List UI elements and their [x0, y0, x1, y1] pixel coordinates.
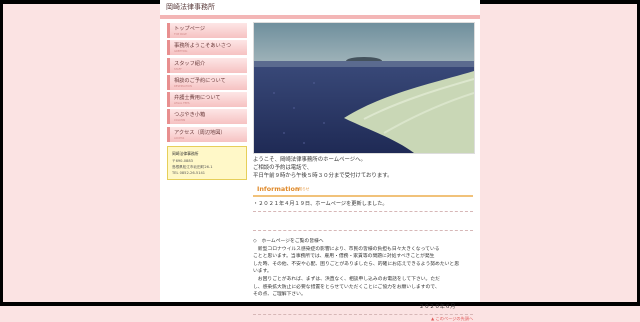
- divider: [253, 230, 473, 231]
- nav-item-greeting[interactable]: 事務所ようこそあいさつ GREETING: [167, 40, 247, 56]
- nav-item-column[interactable]: つぶやき小箱 COLUMN: [167, 109, 247, 125]
- notice-text: ◇ ホームページをご覧の皆様へ 新型コロナウイルス感染症の影響により、市民の皆様…: [253, 238, 473, 299]
- nav-sublabel: RESERVATION: [174, 84, 192, 88]
- notice-line: お困りごとがあれば、まずは、浜直なく、相談申し込みのお電話をして下さい。ただ: [253, 276, 440, 282]
- nav-item-staff[interactable]: スタッフ紹介 STAFF: [167, 57, 247, 73]
- intro-line: ようこそ、岡崎法律事務所のホームページへ。: [253, 157, 366, 163]
- nav-label: 事務所ようこそあいさつ: [174, 43, 232, 50]
- intro-line: ご相談の予約は電話で、: [253, 165, 313, 171]
- nav-sublabel: GREETING: [174, 50, 188, 54]
- notice-date: ２０２０年６月: [419, 304, 456, 310]
- notice-line: います。: [253, 269, 272, 275]
- nav-sublabel: COLUMN: [174, 119, 186, 123]
- intro-line: 平日午前９時から午後５時３０分まで受付けております。: [253, 173, 393, 179]
- notice-line: した時、その他、不安や心配、困りごとがありましたら、的確にお応えできるよう努めた…: [253, 261, 460, 267]
- site-title[interactable]: 岡崎法律事務所: [166, 2, 215, 12]
- sidebar-nav: トップページ TOP PAGE 事務所ようこそあいさつ GREETING スタッ…: [167, 23, 247, 144]
- news-list: ・２０２１年４月１９日、ホームページを更新しました。: [253, 201, 473, 208]
- nav-sublabel: ACCESS: [174, 136, 185, 140]
- nav-item-access[interactable]: アクセス（周辺地図） ACCESS: [167, 126, 247, 142]
- intro-text: ようこそ、岡崎法律事務所のホームページへ。 ご相談の予約は電話で、 平日午前９時…: [253, 156, 473, 180]
- nav-label: つぶやき小箱: [174, 112, 206, 119]
- information-title: Information: [257, 185, 300, 193]
- divider: [253, 314, 473, 315]
- information-heading: Information お知らせ: [253, 184, 473, 197]
- divider: [253, 211, 473, 212]
- hero-image: [253, 22, 475, 154]
- page-top-link[interactable]: ▲ このページの先頭へ: [431, 316, 473, 322]
- office-info-box: 岡崎法律事務所 〒690-0883 島根県松江市北田町26-1 TEL 0852…: [167, 146, 247, 180]
- nav-sublabel: LEGAL FEES: [174, 102, 190, 106]
- lavender-field-image: [254, 23, 474, 153]
- notice-line: 新型コロナウイルス感染症の影響により、市民の皆様の負担も日々大きくなっている: [253, 246, 440, 252]
- office-zip: 〒690-0883: [172, 159, 193, 163]
- page-container: 岡崎法律事務所 トップページ TOP PAGE 事務所ようこそあいさつ GREE…: [160, 0, 480, 321]
- office-tel: TEL 0852-26-5141: [172, 171, 206, 175]
- notice-line: し、感染拡大防止に必要な措置をとらせていただくことにご協力をお願いしますので、: [253, 284, 440, 290]
- nav-item-reservation[interactable]: 相談のご予約について RESERVATION: [167, 74, 247, 90]
- nav-label: アクセス（周辺地図）: [174, 129, 226, 136]
- office-address: 島根県松江市北田町26-1: [172, 165, 213, 169]
- nav-item-top[interactable]: トップページ TOP PAGE: [167, 23, 247, 38]
- office-name: 岡崎法律事務所: [172, 151, 199, 156]
- nav-item-fees[interactable]: 弁護士費用について LEGAL FEES: [167, 92, 247, 108]
- header-bar: [160, 15, 480, 19]
- notice-line: ことと思います。当事務所では、雇用・借務・家賃等の問題に対処すべきことが発生: [253, 254, 435, 260]
- notice-line: ◇ ホームページをご覧の皆様へ: [253, 239, 324, 244]
- nav-label: 相談のご予約について: [174, 77, 226, 84]
- nav-sublabel: TOP PAGE: [174, 33, 187, 36]
- nav-label: スタッフ紹介: [174, 60, 206, 67]
- nav-label: トップページ: [174, 26, 206, 32]
- news-item: ・２０２１年４月１９日、ホームページを更新しました。: [253, 201, 388, 207]
- nav-sublabel: STAFF: [174, 67, 182, 71]
- information-subtitle: お知らせ: [295, 187, 310, 191]
- notice-line: その点、ご理解下さい。: [253, 292, 306, 298]
- nav-label: 弁護士費用について: [174, 95, 221, 102]
